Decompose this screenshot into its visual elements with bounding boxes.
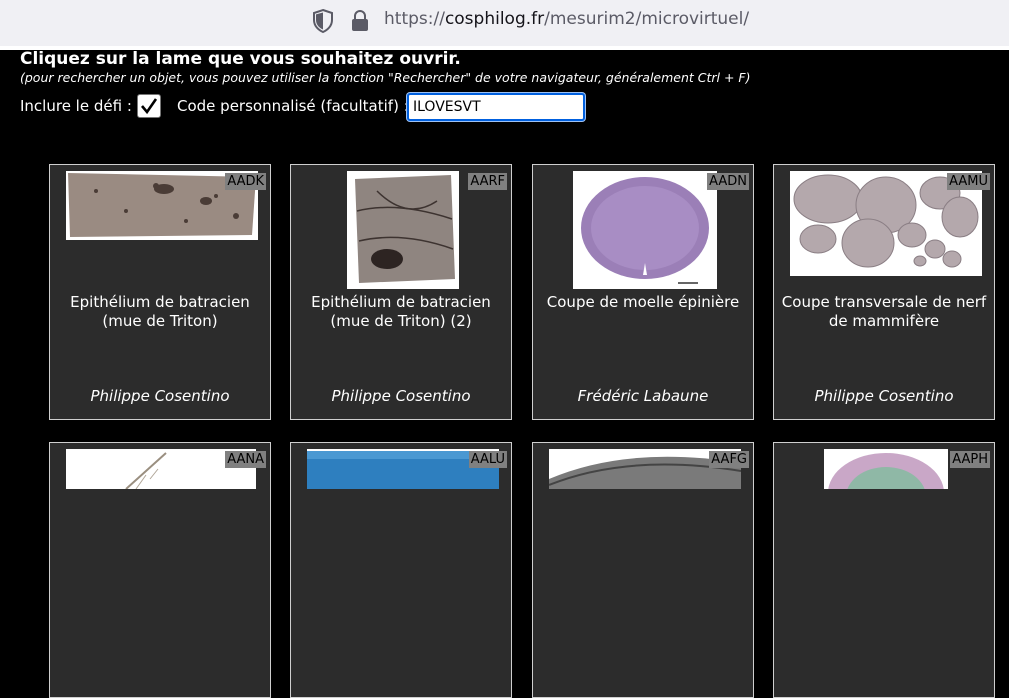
shield-icon[interactable] bbox=[311, 8, 335, 34]
custom-code-input[interactable] bbox=[407, 93, 585, 121]
include-challenge-checkbox[interactable] bbox=[137, 94, 161, 118]
slide-thumbnail bbox=[573, 171, 717, 289]
url-prefix: https:// bbox=[384, 9, 445, 29]
url-host: cosphilog.fr bbox=[444, 9, 545, 29]
slide-author: Frédéric Labaune bbox=[577, 387, 709, 405]
slide-name: Epithélium de batracien (mue de Triton) bbox=[70, 293, 250, 330]
slide-card[interactable]: AAPH bbox=[773, 442, 995, 698]
checkmark-icon bbox=[141, 98, 158, 115]
slide-author: Philippe Cosentino bbox=[90, 387, 230, 405]
lock-icon[interactable] bbox=[349, 8, 371, 34]
slide-author: Philippe Cosentino bbox=[331, 387, 471, 405]
slide-thumbnail bbox=[347, 171, 459, 289]
slide-card[interactable]: AARF Epithélium de batracien (mue de Tri… bbox=[290, 164, 512, 420]
url-path: /mesurim2/microvirtuel/ bbox=[544, 9, 750, 29]
slide-card[interactable]: AALU bbox=[290, 442, 512, 698]
slide-author: Philippe Cosentino bbox=[814, 387, 954, 405]
slide-name: Epithélium de batracien (mue de Triton) … bbox=[311, 293, 491, 330]
slide-card[interactable]: AADK Epithélium de batracien (mue de Tri… bbox=[49, 164, 271, 420]
slide-code: AANA bbox=[225, 451, 266, 468]
slide-code: AARF bbox=[468, 173, 507, 190]
slide-code: AAMU bbox=[947, 173, 990, 190]
address-bar[interactable]: https://cosphilog.fr/mesurim2/microvirtu… bbox=[151, 0, 1009, 42]
slide-code: AALU bbox=[468, 451, 507, 468]
slide-name: Coupe de moelle épinière bbox=[546, 293, 740, 311]
slide-code: AAPH bbox=[950, 451, 990, 468]
page-title: Cliquez sur la lame que vous souhaitez o… bbox=[20, 49, 461, 69]
url-text[interactable]: https://cosphilog.fr/mesurim2/microvirtu… bbox=[384, 9, 749, 29]
slide-card[interactable]: AANA bbox=[49, 442, 271, 698]
slide-code: AADN bbox=[707, 173, 749, 190]
slide-name: Coupe transversale de nerf de mammifère bbox=[781, 293, 987, 330]
browser-toolbar: https://cosphilog.fr/mesurim2/microvirtu… bbox=[0, 0, 1009, 46]
slide-card[interactable]: AAMU Coupe transversale de nerf de mammi… bbox=[773, 164, 995, 420]
slide-thumbnail bbox=[824, 449, 948, 489]
slide-code: AADK bbox=[225, 173, 266, 190]
page-subtitle: (pour rechercher un objet, vous pouvez u… bbox=[20, 70, 751, 85]
slide-card[interactable]: AADN Coupe de moelle épinière Frédéric L… bbox=[532, 164, 754, 420]
slide-card[interactable]: AAFG bbox=[532, 442, 754, 698]
custom-code-label: Code personnalisé (facultatif) : bbox=[177, 97, 409, 115]
include-challenge-label: Inclure le défi : bbox=[20, 97, 132, 115]
slide-code: AAFG bbox=[709, 451, 749, 468]
